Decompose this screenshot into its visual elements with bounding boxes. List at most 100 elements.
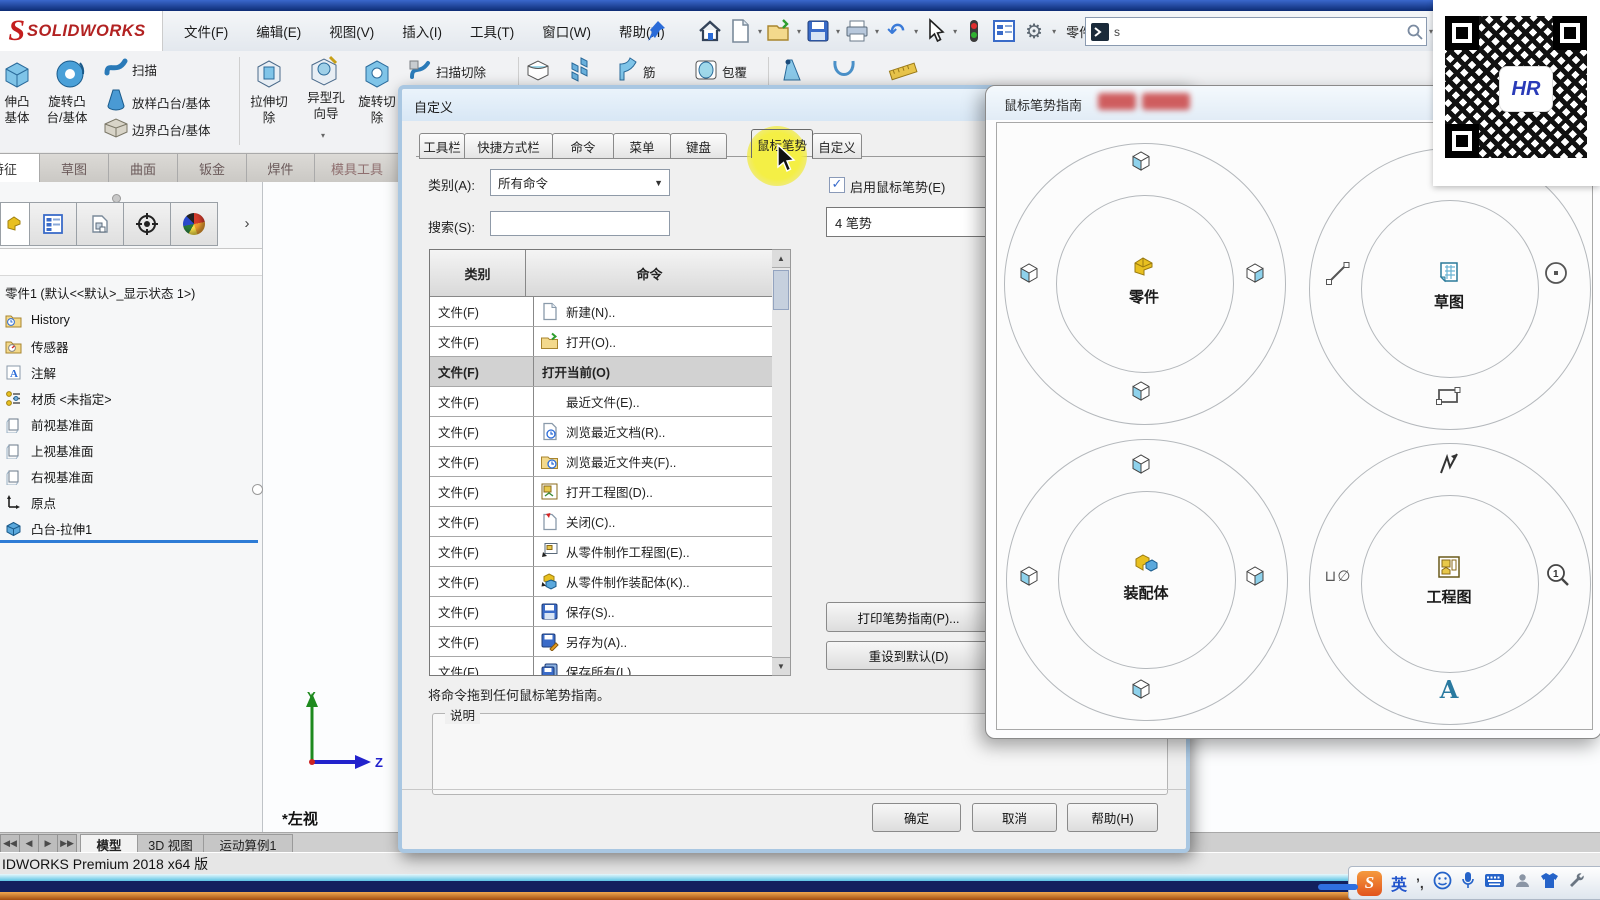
- tab-features[interactable]: 特征: [0, 153, 40, 183]
- property-manager-tab[interactable]: [29, 202, 77, 246]
- zigzag-line-icon[interactable]: [1434, 449, 1464, 484]
- scrollbar-thumb[interactable]: [773, 270, 789, 310]
- cancel-button[interactable]: 取消: [972, 803, 1057, 832]
- view-cube-icon[interactable]: [1240, 258, 1270, 293]
- tab-nav-first[interactable]: ◀◀: [0, 834, 20, 853]
- open-caret[interactable]: ▾: [797, 27, 801, 36]
- table-row[interactable]: 文件(F) 浏览最近文档(R)..: [430, 417, 773, 447]
- sogou-logo-icon[interactable]: S: [1357, 871, 1382, 896]
- home-icon[interactable]: [697, 18, 723, 44]
- ime-punctuation-toggle[interactable]: ’,: [1416, 875, 1424, 891]
- table-row[interactable]: 文件(F) 从零件制作工程图(E)..: [430, 537, 773, 567]
- rib-label[interactable]: 筋: [643, 62, 656, 81]
- hole-wizard-label[interactable]: 异型孔 向导: [298, 91, 354, 122]
- dialog-tab-menus[interactable]: 菜单: [613, 133, 671, 159]
- feature-tree-tab[interactable]: [0, 202, 30, 246]
- tree-root-item[interactable]: 零件1 (默认<<默认>_显示状态 1>): [5, 280, 259, 304]
- table-row[interactable]: 文件(F) 浏览最近文件夹(F)..: [430, 447, 773, 477]
- table-row[interactable]: 文件(F) 打开工程图(D)..: [430, 477, 773, 507]
- dialog-tab-customize[interactable]: 自定义: [812, 133, 862, 159]
- pin-icon[interactable]: [645, 19, 667, 48]
- column-header-category[interactable]: 类别: [430, 250, 526, 296]
- menu-file[interactable]: 文件(F): [170, 11, 242, 51]
- dialog-tab-shortcut-bars[interactable]: 快捷方式栏: [464, 133, 553, 159]
- configuration-manager-tab[interactable]: [76, 202, 124, 246]
- scrollbar-up-arrow[interactable]: ▲: [772, 250, 790, 268]
- column-header-command[interactable]: 命令: [526, 250, 773, 296]
- annotation-letter-icon[interactable]: A: [1435, 675, 1463, 703]
- hole-wizard-icon[interactable]: [306, 53, 342, 91]
- menu-window[interactable]: 窗口(W): [528, 11, 605, 51]
- menu-insert[interactable]: 插入(I): [388, 11, 456, 51]
- tab-mold-tools[interactable]: 模具工具: [314, 153, 400, 183]
- ime-profile-icon[interactable]: [1514, 872, 1531, 894]
- ime-skin-icon[interactable]: [1540, 872, 1559, 894]
- tree-item-origin[interactable]: 原点: [5, 490, 259, 514]
- select-cursor-icon[interactable]: [922, 18, 948, 44]
- table-row[interactable]: 文件(F) 保存所有(L)..: [430, 657, 773, 676]
- tree-item-material[interactable]: 材质 <未指定>: [5, 386, 259, 410]
- table-row[interactable]: 文件(F) 从零件制作装配体(K)..: [430, 567, 773, 597]
- revolve-cut-icon[interactable]: [360, 57, 394, 91]
- save-icon[interactable]: [805, 18, 831, 44]
- loft-boss-label[interactable]: 放样凸台/基体: [132, 93, 210, 112]
- revolve-boss-label[interactable]: 旋转凸 台/基体: [34, 95, 100, 126]
- reset-to-default-button[interactable]: 重设到默认(D): [826, 641, 991, 670]
- boundary-boss-label[interactable]: 边界凸台/基体: [132, 120, 210, 139]
- revolve-boss-icon[interactable]: [52, 57, 88, 91]
- view-cube-icon[interactable]: [1014, 258, 1044, 293]
- search-input-value[interactable]: s: [1114, 25, 1120, 39]
- table-row-selected[interactable]: 文件(F) 打开当前(O): [430, 357, 773, 387]
- revolve-cut-label[interactable]: 旋转切 除: [352, 95, 402, 126]
- ime-language-toggle[interactable]: 英: [1391, 871, 1407, 895]
- menu-view[interactable]: 视图(V): [315, 11, 388, 51]
- sweep-icon[interactable]: [103, 55, 129, 79]
- dimxpert-tab[interactable]: [123, 202, 171, 246]
- print-caret[interactable]: ▾: [875, 27, 879, 36]
- dialog-tab-commands[interactable]: 命令: [552, 133, 614, 159]
- tree-item-boss-extrude1[interactable]: 凸台-拉伸1: [5, 516, 259, 540]
- splitter-handle[interactable]: [252, 484, 263, 495]
- view-cube-icon[interactable]: [1126, 146, 1156, 181]
- table-row[interactable]: 文件(F) 保存(S)..: [430, 597, 773, 627]
- view-cube-icon[interactable]: [1240, 561, 1270, 596]
- new-file-icon[interactable]: [727, 18, 753, 44]
- pattern-icon[interactable]: [568, 57, 596, 83]
- dialog-search-input[interactable]: [490, 211, 670, 236]
- dialog-tab-toolbars[interactable]: 工具栏: [419, 133, 465, 159]
- view-cube-icon[interactable]: [1014, 561, 1044, 596]
- scrollbar-down-arrow[interactable]: ▼: [772, 657, 790, 675]
- dialog-tab-keyboard[interactable]: 键盘: [670, 133, 727, 159]
- select-caret[interactable]: ▾: [953, 27, 957, 36]
- search-magnifier-icon[interactable]: [1406, 23, 1424, 41]
- sweep-cut-icon[interactable]: [408, 57, 434, 83]
- tab-sketch[interactable]: 草图: [39, 153, 109, 183]
- hole-wizard-caret[interactable]: ▾: [321, 131, 325, 140]
- sketch-line-icon[interactable]: [1323, 258, 1353, 293]
- hide-show-icon[interactable]: ⊔∅: [1319, 564, 1357, 588]
- tab-weldments[interactable]: 焊件: [246, 153, 315, 183]
- enable-gestures-checkbox[interactable]: ✓: [829, 177, 845, 193]
- gear-caret[interactable]: ▾: [1052, 27, 1056, 36]
- ime-keyboard-icon[interactable]: [1484, 873, 1505, 893]
- sweep-cut-label[interactable]: 扫描切除: [436, 62, 486, 81]
- sketch-circle-icon[interactable]: [1541, 258, 1571, 293]
- loft-boss-icon[interactable]: [104, 87, 128, 113]
- ime-emoji-icon[interactable]: [1433, 871, 1452, 895]
- new-file-caret[interactable]: ▾: [758, 27, 762, 36]
- tab-model[interactable]: 模型: [80, 834, 138, 854]
- panel-expand-chevron[interactable]: ›: [236, 208, 258, 238]
- view-cube-icon[interactable]: [1126, 674, 1156, 709]
- save-caret[interactable]: ▾: [836, 27, 840, 36]
- tab-3d-views[interactable]: 3D 视图: [137, 834, 204, 854]
- tab-nav-last[interactable]: ▶▶: [57, 834, 77, 853]
- menu-help[interactable]: 帮助(H): [605, 11, 679, 51]
- ok-button[interactable]: 确定: [872, 803, 961, 832]
- table-scrollbar[interactable]: ▲ ▼: [772, 249, 791, 676]
- options-list-icon[interactable]: [991, 18, 1017, 44]
- tree-item-right-plane[interactable]: 右视基准面: [5, 464, 259, 488]
- tree-item-history[interactable]: History: [5, 308, 259, 332]
- table-row[interactable]: 文件(F) 新建(N)..: [430, 297, 773, 327]
- curve-icon[interactable]: [830, 57, 858, 83]
- table-row[interactable]: 文件(F) 关闭(C)..: [430, 507, 773, 537]
